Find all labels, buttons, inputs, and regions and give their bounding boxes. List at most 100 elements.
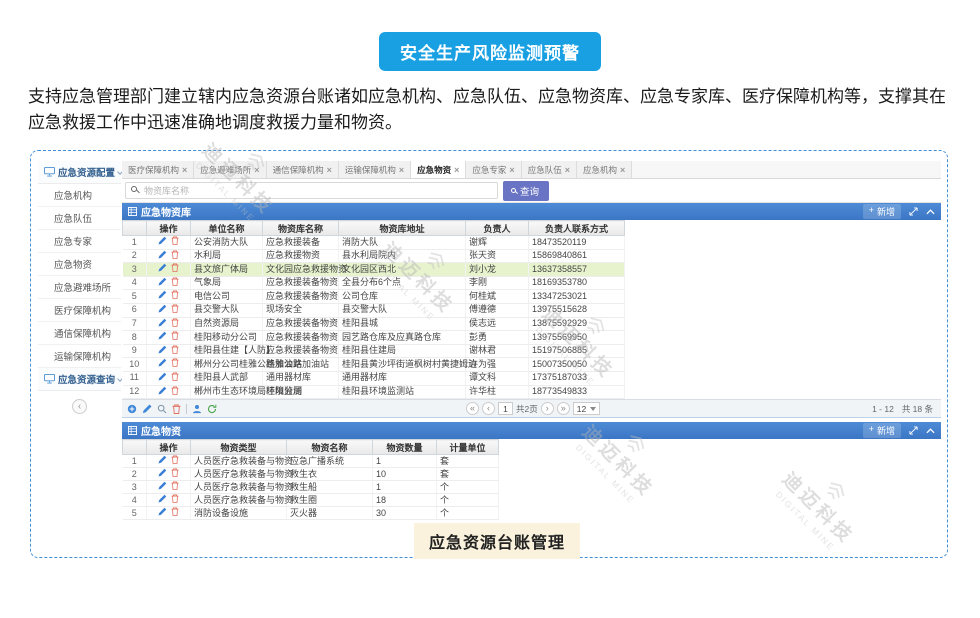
table-cell: 通用器材库	[339, 371, 466, 385]
delete-icon[interactable]	[171, 345, 179, 358]
close-icon[interactable]: ×	[620, 165, 625, 175]
table-row[interactable]: 5电信公司应急救援装备物资公司仓库何桂斌13347253021	[123, 290, 625, 304]
last-page-button[interactable]: »	[557, 402, 570, 415]
close-icon[interactable]: ×	[565, 165, 570, 175]
sidebar-item[interactable]: 运输保障机构	[38, 345, 121, 368]
expand-panel-icon[interactable]	[909, 426, 918, 435]
collapse-panel-icon[interactable]	[926, 209, 935, 215]
delete-icon[interactable]	[171, 494, 179, 506]
current-page-input[interactable]: 1	[498, 402, 513, 415]
table-row[interactable]: 3县文旅广体局文化园应急救援物资文化园区西北刘小龙13637358557	[123, 263, 625, 277]
search-button[interactable]: 查询	[503, 181, 549, 201]
edit-icon[interactable]	[158, 494, 167, 506]
close-icon[interactable]: ×	[182, 165, 187, 175]
delete-icon[interactable]	[171, 468, 179, 480]
sidebar-item[interactable]: 应急队伍	[38, 207, 121, 230]
table-row[interactable]: 6县交警大队现场安全县交警大队傅遵德13975515628	[123, 303, 625, 317]
user-icon[interactable]	[192, 404, 202, 414]
close-icon[interactable]: ×	[399, 165, 404, 175]
table-row[interactable]: 1公安消防大队应急救援装备消防大队谢辉18473520119	[123, 236, 625, 250]
sidebar-item[interactable]: 通信保障机构	[38, 322, 121, 345]
edit-icon[interactable]	[158, 481, 167, 493]
table-row[interactable]: 4气象局应急救援装备物资全县分布6个点李刚18169353780	[123, 276, 625, 290]
edit-icon[interactable]	[158, 468, 167, 480]
delete-icon[interactable]	[171, 304, 179, 317]
delete-icon[interactable]	[171, 507, 179, 519]
table-row[interactable]: 2人员医疗急救装备与物资救生衣10套	[123, 468, 499, 481]
first-page-button[interactable]: «	[466, 402, 479, 415]
delete-icon[interactable]	[171, 481, 179, 493]
delete-icon[interactable]	[171, 263, 179, 276]
edit-icon[interactable]	[158, 372, 167, 385]
tab-item[interactable]: 运输保障机构×	[339, 161, 411, 178]
expand-panel-icon[interactable]	[909, 207, 918, 216]
edit-icon[interactable]	[158, 386, 167, 399]
edit-icon[interactable]	[158, 345, 167, 358]
table-row[interactable]: 12郴州市生态环境局桂阳分局环境监测桂阳县环境监测站许华柱18773549833	[123, 385, 625, 399]
delete-icon[interactable]	[171, 455, 179, 467]
tab-item[interactable]: 应急避难场所×	[194, 161, 266, 178]
table-row[interactable]: 10郴州分公司桂雅公路加油站桂雅公路加油站桂阳县黄沙坪街道枫树村黄捷姆边许为强1…	[123, 358, 625, 372]
table-row[interactable]: 11桂阳县人武部通用器材库通用器材库谭文科17375187033	[123, 371, 625, 385]
search-input[interactable]	[125, 182, 498, 199]
next-page-button[interactable]: ›	[541, 402, 554, 415]
edit-record-icon[interactable]	[142, 404, 152, 414]
edit-icon[interactable]	[158, 507, 167, 519]
table-row[interactable]: 2水利局应急救援物资县水利局院内张天资15869840861	[123, 249, 625, 263]
edit-icon[interactable]	[158, 277, 167, 290]
sidebar-item[interactable]: 医疗保障机构	[38, 299, 121, 322]
delete-icon[interactable]	[171, 318, 179, 331]
tab-item[interactable]: 通信保障机构×	[267, 161, 339, 178]
close-icon[interactable]: ×	[509, 165, 514, 175]
sidebar-item[interactable]: 应急物资	[38, 253, 121, 276]
edit-icon[interactable]	[158, 250, 167, 263]
add-warehouse-button[interactable]: + 新增	[863, 204, 901, 219]
table-row[interactable]: 9桂阳县住建【人防】应急救援装备物资桂阳县住建局谢林君15197506885	[123, 344, 625, 358]
delete-icon[interactable]	[171, 386, 179, 399]
edit-icon[interactable]	[158, 263, 167, 276]
edit-icon[interactable]	[158, 290, 167, 303]
edit-icon[interactable]	[158, 304, 167, 317]
edit-icon[interactable]	[158, 331, 167, 344]
tab-item[interactable]: 医疗保障机构×	[122, 161, 194, 178]
delete-record-icon[interactable]	[172, 404, 181, 414]
table-row[interactable]: 3人员医疗急救装备与物资救生船1个	[123, 481, 499, 494]
delete-icon[interactable]	[171, 250, 179, 263]
delete-icon[interactable]	[171, 372, 179, 385]
delete-icon[interactable]	[171, 236, 179, 249]
refresh-icon[interactable]	[207, 404, 217, 414]
tab-item[interactable]: 应急专家×	[466, 161, 521, 178]
sidebar-item[interactable]: 应急机构	[38, 184, 121, 207]
add-material-button[interactable]: + 新增	[863, 423, 901, 438]
delete-icon[interactable]	[171, 290, 179, 303]
tab-active[interactable]: 应急物资×	[411, 161, 466, 178]
sidebar-item[interactable]: 应急专家	[38, 230, 121, 253]
sidebar-collapse-button[interactable]: ‹	[72, 399, 87, 414]
add-record-icon[interactable]	[127, 404, 137, 414]
tab-item[interactable]: 应急机构×	[577, 161, 632, 178]
sidebar-item[interactable]: 应急避难场所	[38, 276, 121, 299]
delete-icon[interactable]	[171, 358, 179, 371]
collapse-panel-icon[interactable]	[926, 428, 935, 434]
edit-icon[interactable]	[158, 318, 167, 331]
close-icon[interactable]: ×	[454, 165, 459, 175]
table-row[interactable]: 8桂阳移动分公司应急救援装备物资园艺路仓库及应真路仓库彭勇13975569950	[123, 331, 625, 345]
edit-icon[interactable]	[158, 236, 167, 249]
close-icon[interactable]: ×	[327, 165, 332, 175]
sidebar-group-header[interactable]: 应急资源查询	[38, 368, 121, 391]
delete-icon[interactable]	[171, 331, 179, 344]
prev-page-button[interactable]: ‹	[482, 402, 495, 415]
tab-item[interactable]: 应急队伍×	[522, 161, 577, 178]
page-size-select[interactable]: 12	[573, 402, 600, 415]
view-record-icon[interactable]	[157, 404, 167, 414]
table-cell: 郴州市生态环境局桂阳分局	[191, 385, 263, 399]
delete-icon[interactable]	[171, 277, 179, 290]
table-row[interactable]: 7自然资源局应急救援装备物资桂阳县城侯志远13875592929	[123, 317, 625, 331]
table-row[interactable]: 4人员医疗急救装备与物资救生圈18个	[123, 494, 499, 507]
table-row[interactable]: 1人员医疗急救装备与物资应急广播系统1套	[123, 455, 499, 468]
edit-icon[interactable]	[158, 358, 167, 371]
edit-icon[interactable]	[158, 455, 167, 467]
sidebar-group-header[interactable]: 应急资源配置	[38, 161, 121, 184]
table-row[interactable]: 5消防设备设施灭火器30个	[123, 507, 499, 520]
close-icon[interactable]: ×	[254, 165, 259, 175]
